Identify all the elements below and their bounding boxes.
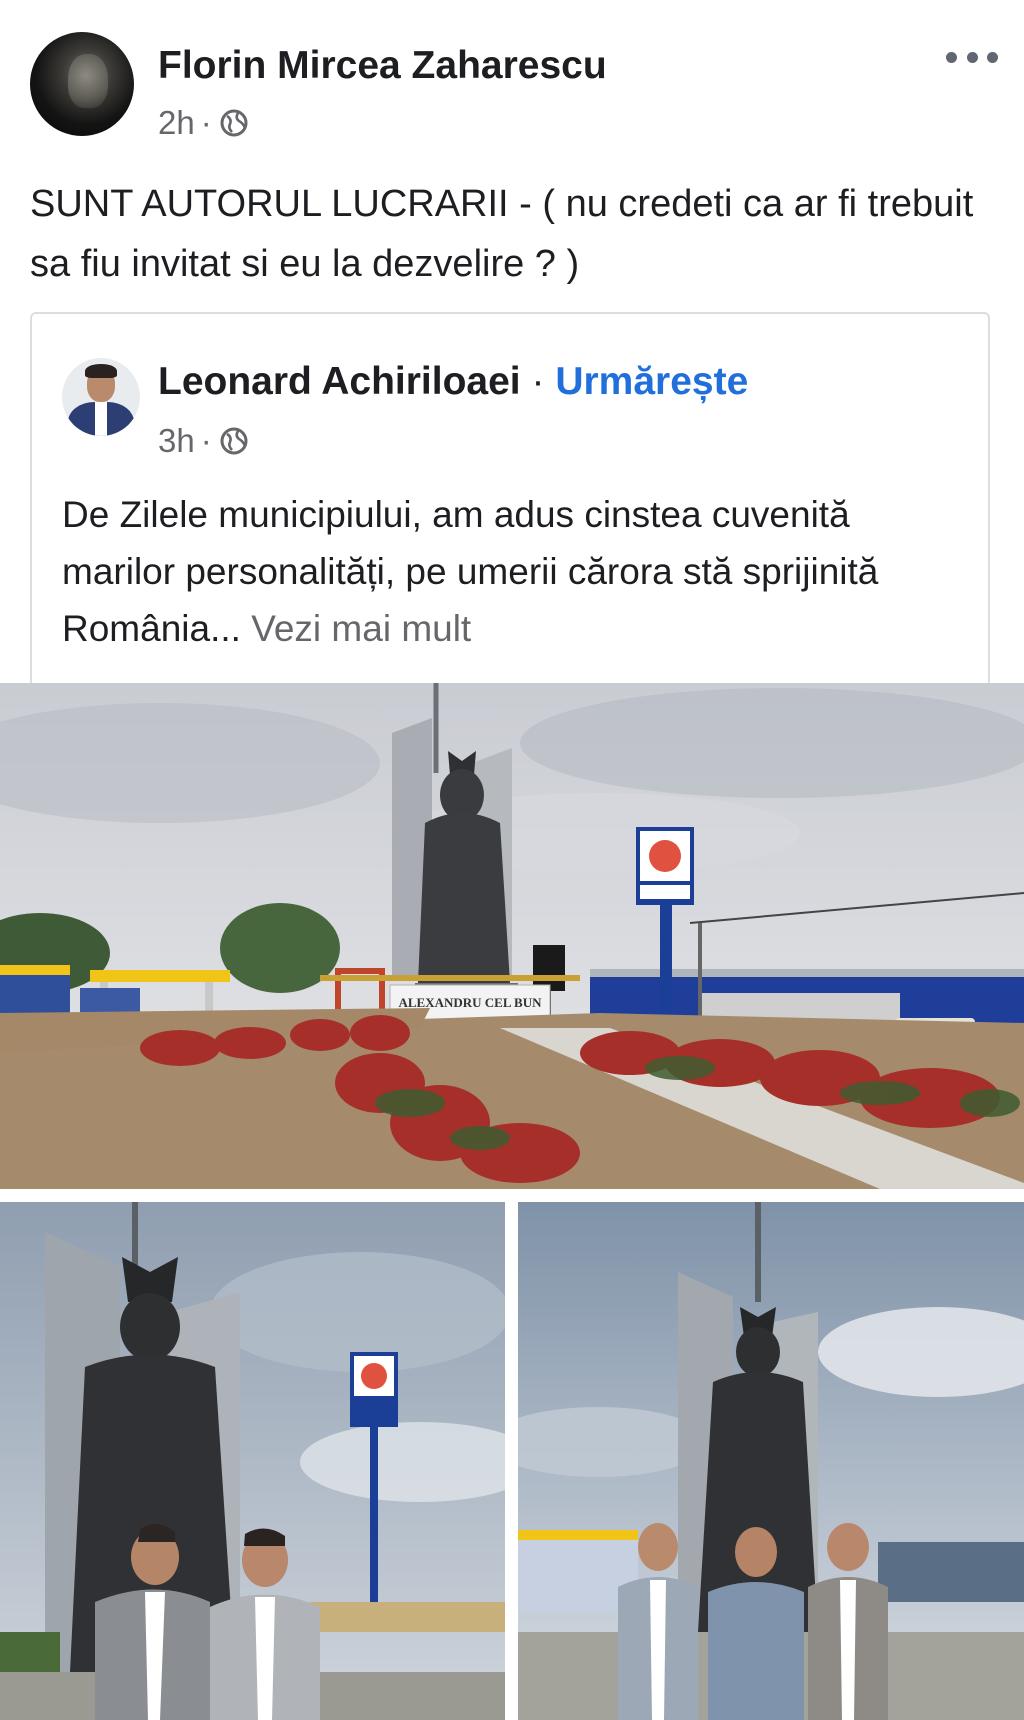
author-avatar[interactable]	[30, 32, 134, 136]
post-time[interactable]: 2h	[158, 104, 195, 142]
shared-post-text: De Zilele municipiului, am adus cinstea …	[62, 486, 962, 657]
shared-author-name[interactable]: Leonard Achiriloaei	[158, 360, 521, 403]
more-options-icon[interactable]	[946, 44, 998, 70]
shared-header: Leonard Achiriloaei · Urmărește	[158, 360, 748, 404]
statue-photo-left[interactable]	[0, 1202, 505, 1720]
name-separator: ·	[531, 360, 545, 403]
see-more-link[interactable]: Vezi mai mult	[251, 608, 471, 649]
plinth-text: ALEXANDRU CEL BUN	[398, 995, 542, 1010]
globe-icon	[220, 427, 248, 455]
author-name[interactable]: Florin Mircea Zaharescu	[158, 44, 607, 88]
shared-post-card[interactable]: Leonard Achiriloaei · Urmărește 3h · De …	[30, 312, 990, 684]
shared-author-avatar[interactable]	[62, 358, 140, 436]
meta-dot: ·	[200, 104, 212, 141]
post-meta: 2h ·	[158, 104, 250, 142]
shared-post-meta: 3h ·	[158, 422, 250, 460]
statue-photo-main[interactable]: ALEXANDRU CEL BUN	[0, 683, 1024, 1189]
follow-link[interactable]: Urmărește	[555, 360, 748, 403]
globe-icon	[220, 109, 248, 137]
shared-post-time[interactable]: 3h	[158, 422, 195, 460]
shared-meta-dot: ·	[200, 422, 212, 459]
post-text: SUNT AUTORUL LUCRARII - ( nu credeti ca …	[30, 183, 974, 285]
statue-photo-right[interactable]	[518, 1202, 1024, 1720]
